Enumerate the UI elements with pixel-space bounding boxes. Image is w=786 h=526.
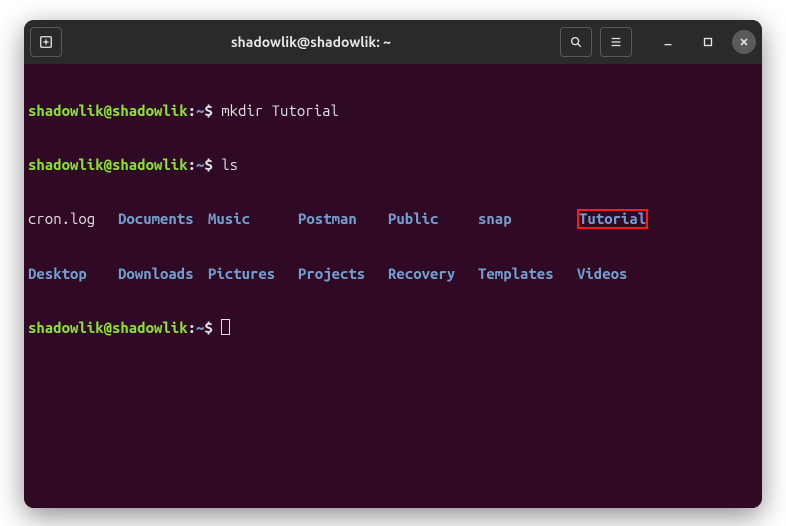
ls-dir: Downloads	[118, 265, 208, 283]
new-tab-button[interactable]	[30, 27, 62, 57]
prompt-colon: :	[188, 156, 196, 173]
prompt-colon: :	[188, 319, 196, 336]
prompt-user: shadowlik@shadowlik	[28, 156, 188, 173]
prompt-dollar: $	[204, 156, 212, 173]
search-button[interactable]	[560, 27, 592, 57]
cursor	[221, 319, 230, 335]
ls-dir: Public	[388, 210, 478, 229]
ls-dir: snap	[478, 210, 577, 229]
prompt-dollar: $	[204, 102, 212, 119]
ls-dir: Documents	[118, 210, 208, 229]
minimize-button[interactable]	[652, 27, 684, 57]
ls-dir: Templates	[478, 265, 577, 283]
ls-dir: Videos	[577, 265, 627, 283]
command-empty	[213, 319, 221, 337]
ls-output-row-2: DesktopDownloadsPicturesProjectsRecovery…	[28, 265, 758, 283]
ls-dir: Music	[208, 210, 298, 229]
ls-dir: Desktop	[28, 265, 118, 283]
terminal-window: shadowlik@shadowlik: ~	[24, 20, 762, 508]
prompt-dollar: $	[204, 319, 212, 336]
ls-dir: Postman	[298, 210, 388, 229]
menu-button[interactable]	[600, 27, 632, 57]
close-button[interactable]	[732, 30, 756, 54]
titlebar: shadowlik@shadowlik: ~	[24, 20, 762, 64]
prompt-line-3: shadowlik@shadowlik:~$	[28, 319, 758, 337]
prompt-colon: :	[188, 102, 196, 119]
ls-output-row-1: cron.logDocumentsMusicPostmanPublicsnapT…	[28, 210, 758, 229]
ls-dir: Projects	[298, 265, 388, 283]
ls-dir-highlight: Tutorial	[577, 209, 648, 229]
ls-file: cron.log	[28, 210, 118, 229]
prompt-user: shadowlik@shadowlik	[28, 319, 188, 336]
prompt-line-1: shadowlik@shadowlik:~$ mkdir Tutorial	[28, 102, 758, 120]
command-ls: ls	[213, 156, 238, 174]
window-title: shadowlik@shadowlik: ~	[62, 34, 560, 50]
ls-dir: Recovery	[388, 265, 478, 283]
prompt-user: shadowlik@shadowlik	[28, 102, 188, 119]
prompt-line-2: shadowlik@shadowlik:~$ ls	[28, 156, 758, 174]
maximize-button[interactable]	[692, 27, 724, 57]
terminal-body[interactable]: shadowlik@shadowlik:~$ mkdir Tutorial sh…	[24, 64, 762, 508]
ls-dir: Pictures	[208, 265, 298, 283]
command-mkdir: mkdir Tutorial	[213, 102, 339, 120]
